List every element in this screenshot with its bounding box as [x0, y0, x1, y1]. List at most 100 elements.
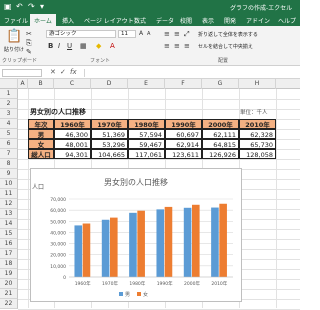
format-painter-icon[interactable]: ✎: [26, 48, 32, 56]
unit-label[interactable]: 単位：千人: [240, 108, 268, 118]
paste-button[interactable]: 貼り付け: [4, 46, 24, 53]
data-cell[interactable]: 62,328: [239, 129, 276, 139]
fill-color-icon[interactable]: ◆: [96, 42, 101, 50]
data-cell[interactable]: 117,061: [128, 149, 165, 159]
tab-data[interactable]: データ: [156, 16, 174, 25]
tab-page-layout[interactable]: ページ レイアウト: [84, 16, 134, 25]
data-cell[interactable]: 59,467: [128, 139, 165, 149]
column-h[interactable]: H: [239, 79, 276, 89]
cancel-icon[interactable]: ✕: [50, 68, 56, 76]
data-cell[interactable]: 123,611: [165, 149, 202, 159]
font-color-icon[interactable]: A: [110, 42, 115, 50]
row-label-total[interactable]: 総人口: [28, 149, 54, 159]
header-cell[interactable]: 1990年: [165, 119, 202, 129]
insert-function-icon[interactable]: fx: [70, 68, 77, 76]
header-cell[interactable]: 2000年: [202, 119, 239, 129]
row-header[interactable]: 2: [0, 99, 18, 109]
data-cell[interactable]: 65,730: [239, 139, 276, 149]
header-cell[interactable]: 1960年: [54, 119, 91, 129]
wrap-text-button[interactable]: 折り返して全体を表示する: [198, 31, 258, 38]
underline-icon[interactable]: U: [67, 42, 72, 50]
align-top-icon[interactable]: ≡: [164, 30, 170, 38]
font-size-select[interactable]: 11: [118, 30, 136, 38]
data-cell[interactable]: 60,697: [165, 129, 202, 139]
row-header[interactable]: 20: [0, 279, 18, 289]
header-cell[interactable]: 1980年: [128, 119, 165, 129]
data-cell[interactable]: 62,914: [165, 139, 202, 149]
row-label-female[interactable]: 女: [28, 139, 54, 149]
cut-icon[interactable]: ✂: [26, 30, 32, 38]
italic-icon[interactable]: I: [58, 42, 60, 50]
align-right-icon[interactable]: ≡: [184, 42, 190, 50]
enter-icon[interactable]: ✓: [60, 68, 66, 76]
data-cell[interactable]: 62,111: [202, 129, 239, 139]
tab-file[interactable]: ファイル: [4, 16, 28, 25]
data-cell[interactable]: 64,815: [202, 139, 239, 149]
row-header[interactable]: 6: [0, 139, 18, 149]
align-left-icon[interactable]: ≡: [164, 42, 170, 50]
formula-input[interactable]: [84, 69, 298, 77]
data-cell[interactable]: 104,665: [91, 149, 128, 159]
row-header[interactable]: 10: [0, 179, 18, 189]
redo-icon[interactable]: ↷: [28, 2, 35, 12]
row-header[interactable]: 15: [0, 229, 18, 239]
tab-insert[interactable]: 挿入: [62, 16, 74, 25]
align-middle-icon[interactable]: ≡: [174, 30, 180, 38]
row-header[interactable]: 7: [0, 149, 18, 159]
select-all-corner[interactable]: [0, 79, 18, 89]
column-e[interactable]: E: [128, 79, 165, 89]
data-cell[interactable]: 46,300: [54, 129, 91, 139]
row-header[interactable]: 14: [0, 219, 18, 229]
orientation-icon[interactable]: ⤢: [184, 30, 190, 38]
row-label-male[interactable]: 男: [28, 129, 54, 139]
column-a[interactable]: A: [18, 79, 28, 89]
row-header[interactable]: 13: [0, 209, 18, 219]
tab-addins[interactable]: アドイン: [246, 16, 270, 25]
data-cell[interactable]: 128,058: [239, 149, 276, 159]
row-header[interactable]: 1: [0, 89, 18, 99]
tab-review[interactable]: 校閲: [180, 16, 192, 25]
merge-center-button[interactable]: セルを結合して中央揃え: [198, 43, 253, 50]
data-cell[interactable]: 53,296: [91, 139, 128, 149]
copy-icon[interactable]: ⎘: [26, 39, 32, 47]
paste-icon[interactable]: 📋: [6, 30, 22, 43]
shrink-font-icon[interactable]: A: [147, 30, 150, 38]
row-header[interactable]: 4: [0, 119, 18, 129]
bold-icon[interactable]: B: [48, 42, 53, 50]
header-cell[interactable]: 1970年: [91, 119, 128, 129]
row-header[interactable]: 21: [0, 289, 18, 299]
column-f[interactable]: F: [165, 79, 202, 89]
column-d[interactable]: D: [91, 79, 128, 89]
data-cell[interactable]: 126,926: [202, 149, 239, 159]
header-cell[interactable]: 2010年: [239, 119, 276, 129]
row-header[interactable]: 3: [0, 109, 18, 119]
data-cell[interactable]: 48,001: [54, 139, 91, 149]
header-year-label[interactable]: 年次: [28, 119, 54, 129]
align-center-icon[interactable]: ≡: [174, 42, 180, 50]
row-header[interactable]: 17: [0, 249, 18, 259]
row-header[interactable]: 18: [0, 259, 18, 269]
tab-help[interactable]: ヘルプ: [278, 16, 296, 25]
column-g[interactable]: G: [202, 79, 239, 89]
tab-home[interactable]: ホーム: [30, 14, 56, 26]
column-b[interactable]: B: [28, 79, 54, 89]
name-box[interactable]: [2, 69, 42, 77]
row-header[interactable]: 5: [0, 129, 18, 139]
row-header[interactable]: 11: [0, 189, 18, 199]
tab-developer[interactable]: 開発: [224, 16, 236, 25]
tab-view[interactable]: 表示: [202, 16, 214, 25]
row-header[interactable]: 12: [0, 199, 18, 209]
data-cell[interactable]: 57,594: [128, 129, 165, 139]
row-header[interactable]: 8: [0, 159, 18, 169]
data-cell[interactable]: 51,369: [91, 129, 128, 139]
chart-area[interactable]: 男女別の人口推移 0 10,000 20,000 30,000 40,000 50,000 6…: [30, 168, 242, 302]
undo-icon[interactable]: ↶: [16, 2, 23, 12]
column-c[interactable]: C: [54, 79, 91, 89]
tab-formulas[interactable]: 数式: [134, 16, 146, 25]
row-header[interactable]: 16: [0, 239, 18, 249]
save-icon[interactable]: ▣: [4, 2, 12, 12]
row-header[interactable]: 19: [0, 269, 18, 279]
data-cell[interactable]: 94,301: [54, 149, 91, 159]
table-title[interactable]: 男女別の人口推移: [30, 107, 86, 117]
font-name-select[interactable]: 游ゴシック: [46, 30, 116, 38]
